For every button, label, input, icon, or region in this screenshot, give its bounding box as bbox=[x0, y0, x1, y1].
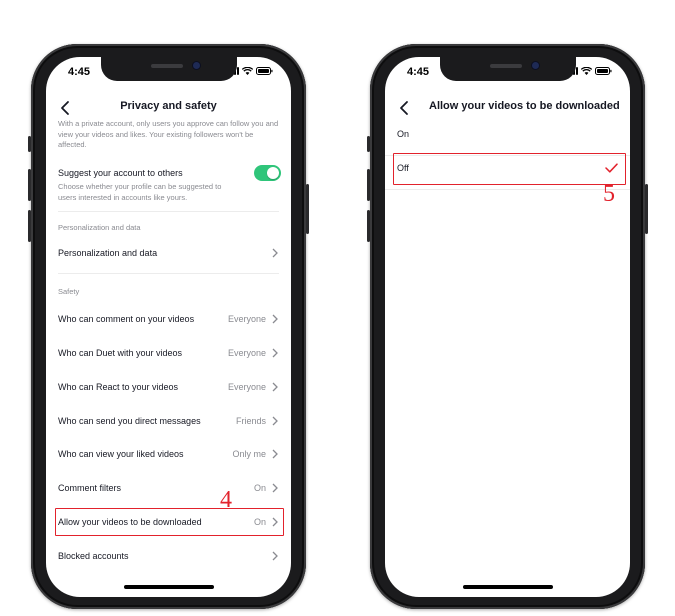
section-header-safety: Safety bbox=[58, 287, 80, 296]
screen: 4:45 Privacy and safety With a private a… bbox=[46, 57, 291, 597]
step-5-label: 5 bbox=[603, 181, 615, 207]
page-title: Privacy and safety bbox=[120, 100, 217, 112]
nav-bar: Privacy and safety bbox=[46, 95, 291, 121]
volume-up-button bbox=[28, 169, 31, 201]
privacy-settings-list: With a private account, only users you a… bbox=[46, 119, 291, 597]
battery-icon bbox=[595, 67, 612, 75]
speaker bbox=[150, 64, 183, 68]
divider bbox=[58, 211, 279, 212]
chevron-right-icon bbox=[272, 483, 278, 493]
suggest-account-toggle[interactable] bbox=[254, 165, 281, 181]
safety-item-direct-messages[interactable]: Who can send you direct messages Friends bbox=[58, 411, 279, 431]
safety-item-react[interactable]: Who can React to your videos Everyone bbox=[58, 377, 279, 397]
safety-item-liked-videos[interactable]: Who can view your liked videos Only me bbox=[58, 444, 279, 464]
item-label: Who can React to your videos bbox=[58, 382, 179, 392]
battery-icon bbox=[256, 67, 273, 75]
chevron-right-icon bbox=[272, 416, 278, 426]
item-label: Blocked accounts bbox=[58, 551, 129, 561]
item-label: Who can view your liked videos bbox=[58, 449, 184, 459]
mute-switch bbox=[367, 136, 370, 152]
step-4-highlight-box bbox=[55, 508, 284, 536]
volume-down-button bbox=[28, 210, 31, 242]
power-button bbox=[645, 184, 648, 234]
item-value: Only me bbox=[232, 449, 266, 459]
item-label: Who can comment on your videos bbox=[58, 314, 195, 324]
notch bbox=[100, 57, 237, 81]
safety-item-duet[interactable]: Who can Duet with your videos Everyone bbox=[58, 343, 279, 363]
phone-privacy-and-safety: 4:45 Privacy and safety With a private a… bbox=[28, 44, 309, 609]
status-time: 4:45 bbox=[68, 66, 91, 78]
toggle-knob bbox=[267, 167, 279, 179]
screen: 4:45 Allow your videos to be downloaded … bbox=[385, 57, 630, 597]
chevron-right-icon bbox=[272, 314, 278, 324]
option-on[interactable]: On bbox=[397, 124, 618, 144]
wifi-icon bbox=[581, 67, 592, 75]
phone-allow-download: 4:45 Allow your videos to be downloaded … bbox=[367, 44, 648, 609]
section-header-personalization: Personalization and data bbox=[58, 223, 141, 232]
step-5-highlight-box bbox=[393, 153, 626, 185]
chevron-right-icon bbox=[272, 551, 278, 561]
home-indicator bbox=[462, 585, 553, 589]
back-arrow-icon[interactable] bbox=[395, 98, 415, 118]
safety-item-blocked-accounts[interactable]: Blocked accounts bbox=[58, 546, 279, 566]
nav-bar: Allow your videos to be downloaded bbox=[385, 95, 630, 121]
divider bbox=[385, 189, 630, 190]
divider bbox=[58, 273, 279, 274]
item-value: On bbox=[253, 483, 266, 493]
power-button bbox=[306, 184, 309, 234]
item-label: Who can Duet with your videos bbox=[58, 348, 183, 358]
front-camera bbox=[531, 62, 539, 69]
front-camera bbox=[192, 62, 200, 69]
item-value: Friends bbox=[235, 416, 266, 426]
safety-item-comment-filters[interactable]: Comment filters On bbox=[58, 478, 279, 498]
chevron-right-icon bbox=[272, 449, 278, 459]
item-value: Everyone bbox=[227, 382, 266, 392]
personalization-and-data-item[interactable]: Personalization and data bbox=[58, 243, 279, 263]
notch bbox=[439, 57, 576, 81]
item-value: Everyone bbox=[227, 348, 266, 358]
speaker bbox=[489, 64, 522, 68]
item-label: Who can send you direct messages bbox=[58, 416, 201, 426]
item-value: Everyone bbox=[227, 314, 266, 324]
status-time: 4:45 bbox=[407, 66, 430, 78]
download-options-list: On Off bbox=[385, 123, 630, 597]
volume-down-button bbox=[367, 210, 370, 242]
page-title: Allow your videos to be downloaded bbox=[429, 100, 620, 112]
chevron-right-icon bbox=[272, 382, 278, 392]
suggest-account-label: Suggest your account to others bbox=[58, 168, 183, 178]
option-label: On bbox=[397, 129, 410, 139]
chevron-right-icon bbox=[272, 248, 278, 258]
wifi-icon bbox=[242, 67, 253, 75]
volume-up-button bbox=[367, 169, 370, 201]
item-label: Personalization and data bbox=[58, 248, 158, 258]
mute-switch bbox=[28, 136, 31, 152]
step-4-label: 4 bbox=[220, 487, 232, 513]
private-account-description: With a private account, only users you a… bbox=[58, 119, 279, 149]
chevron-right-icon bbox=[272, 348, 278, 358]
suggest-account-description: Choose whether your profile can be sugge… bbox=[58, 182, 222, 202]
safety-item-comment[interactable]: Who can comment on your videos Everyone bbox=[58, 309, 279, 329]
home-indicator bbox=[123, 585, 214, 589]
